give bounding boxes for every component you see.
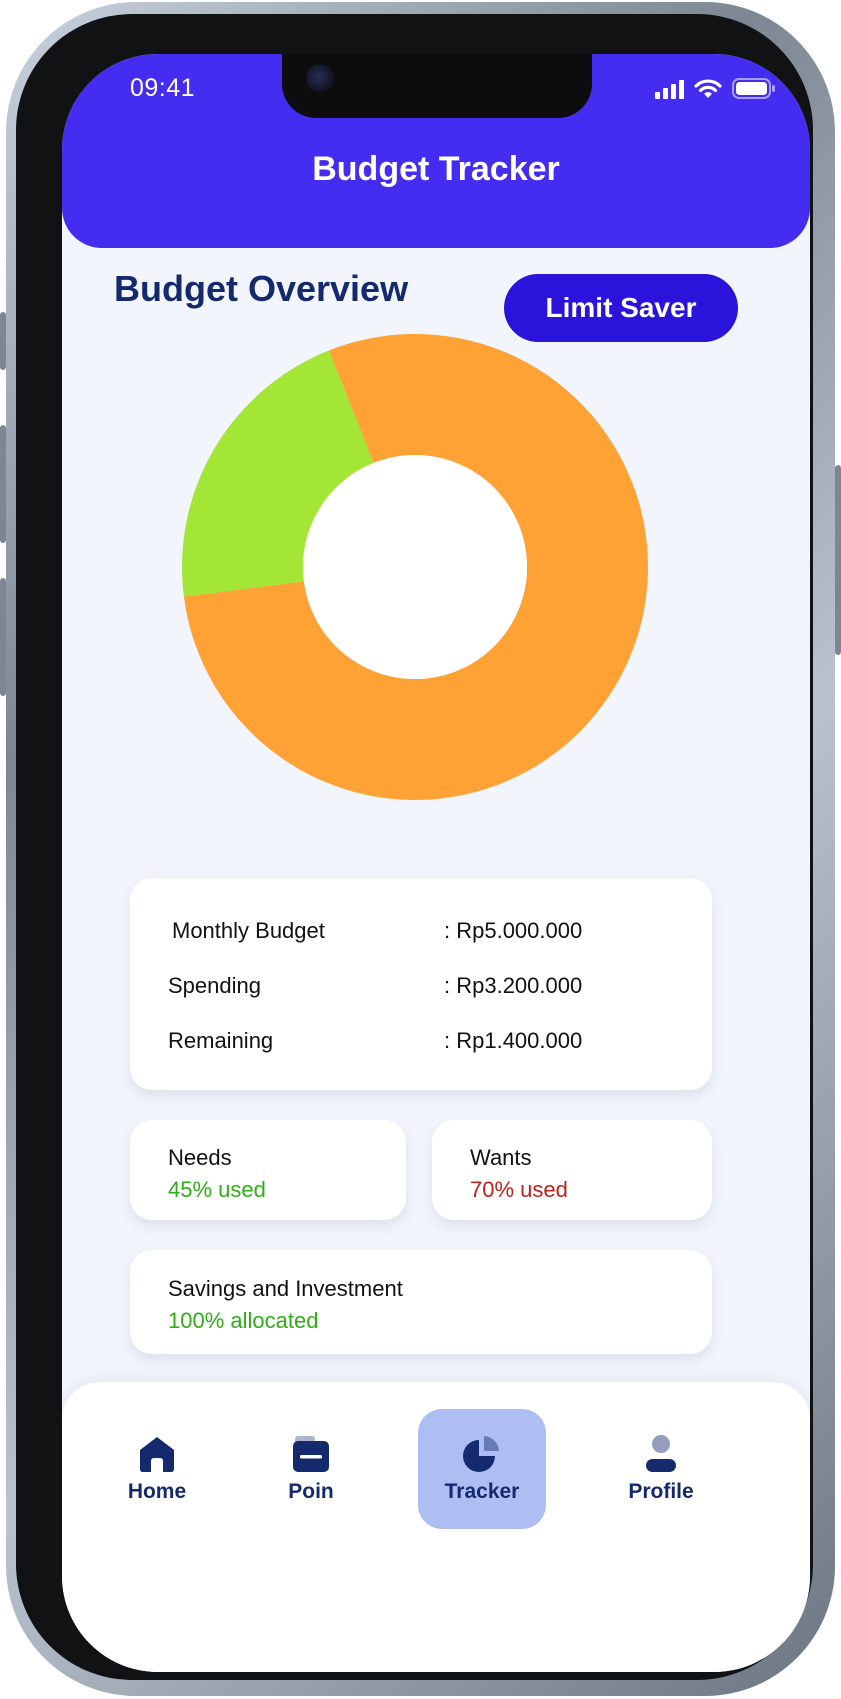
wifi-icon	[694, 78, 722, 99]
app-screen: 09:41 Budget Tracker Budget Overview Lim…	[62, 54, 810, 1672]
donut-hole	[303, 455, 527, 679]
needs-label: Needs	[168, 1145, 232, 1170]
signal-icon	[655, 79, 684, 99]
spending-label: Spending	[168, 973, 261, 998]
power-button	[835, 465, 841, 655]
budget-donut-chart	[182, 334, 648, 800]
limit-saver-button[interactable]: Limit Saver	[504, 274, 738, 342]
nav-tracker[interactable]: Tracker	[418, 1409, 546, 1529]
camera-icon	[306, 64, 334, 92]
nav-profile-label: Profile	[628, 1480, 694, 1503]
phone-bezel: 09:41 Budget Tracker Budget Overview Lim…	[16, 14, 813, 1680]
user-icon	[646, 1435, 676, 1472]
app-header: 09:41 Budget Tracker	[62, 54, 810, 248]
remaining-value: : Rp1.400.000	[444, 1028, 583, 1053]
savings-status: 100% allocated	[168, 1308, 319, 1333]
wallet-icon	[293, 1436, 329, 1472]
nav-profile[interactable]: Profile	[606, 1409, 716, 1529]
mute-switch	[0, 312, 6, 370]
savings-label: Savings and Investment	[168, 1276, 403, 1301]
dynamic-island	[282, 54, 592, 118]
nav-home-label: Home	[127, 1480, 187, 1503]
nav-tracker-label: Tracker	[444, 1480, 520, 1503]
nav-home[interactable]: Home	[102, 1409, 212, 1529]
status-icons	[655, 78, 776, 99]
nav-poin-label: Poin	[288, 1480, 334, 1503]
volume-down-button	[0, 578, 6, 696]
app-title: Budget Tracker	[312, 150, 560, 188]
needs-status: 45% used	[168, 1177, 266, 1202]
monthly-budget-label: Monthly Budget	[172, 918, 325, 943]
pie-chart-icon	[463, 1436, 499, 1472]
savings-card[interactable]: Savings and Investment 100% allocated	[130, 1250, 712, 1354]
remaining-label: Remaining	[168, 1028, 274, 1053]
wants-status: 70% used	[470, 1177, 568, 1202]
monthly-budget-value: : Rp5.000.000	[444, 918, 583, 943]
spending-value: : Rp3.200.000	[444, 973, 583, 998]
wants-card[interactable]: Wants 70% used	[432, 1120, 712, 1220]
needs-card[interactable]: Needs 45% used	[130, 1120, 406, 1220]
status-time: 09:41	[130, 74, 196, 102]
wants-label: Wants	[470, 1145, 532, 1170]
nav-poin[interactable]: Poin	[256, 1409, 366, 1529]
home-icon	[140, 1437, 174, 1472]
budget-summary-card: Monthly Budget : Rp5.000.000 Spending : …	[130, 878, 712, 1090]
battery-icon	[732, 78, 776, 99]
overview-title: Budget Overview	[114, 268, 409, 309]
volume-up-button	[0, 425, 6, 543]
